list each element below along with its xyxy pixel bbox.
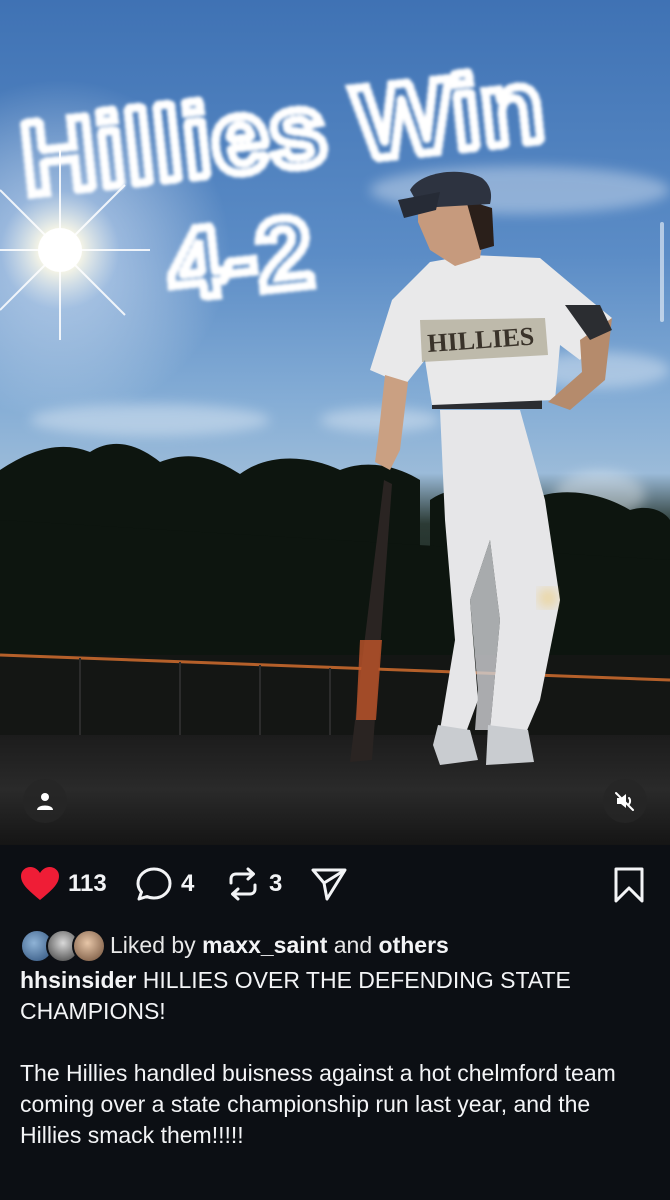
- liked-by-row[interactable]: Liked by maxx_saint and others: [20, 925, 449, 965]
- outfield-fence: [0, 653, 670, 735]
- share-button[interactable]: [310, 866, 348, 902]
- liked-by-username[interactable]: maxx_saint: [202, 932, 327, 959]
- like-button[interactable]: 113: [20, 866, 107, 902]
- liked-by-prefix: Liked by: [110, 931, 196, 958]
- tagged-users-button[interactable]: [23, 779, 67, 823]
- caption-headline-row: hhsinsider HILLIES OVER THE DEFENDING ST…: [20, 965, 655, 1027]
- liked-by-others[interactable]: others: [379, 932, 449, 959]
- comment-bubble-icon: [136, 867, 172, 901]
- speaker-muted-icon: [615, 792, 634, 811]
- comment-button[interactable]: 4: [135, 866, 194, 902]
- liker-avatars: [20, 927, 106, 963]
- post-photo: Hillies Win 4-2 HILLIES: [0, 43, 670, 845]
- send-icon: [311, 868, 347, 901]
- heart-filled-icon: [21, 867, 59, 900]
- turf: [0, 735, 670, 845]
- skywriting-line-2: 4-2: [163, 195, 318, 321]
- repost-button[interactable]: 3: [225, 866, 282, 902]
- repost-count: 3: [269, 870, 283, 897]
- save-button[interactable]: [612, 866, 646, 904]
- bookmark-icon: [614, 867, 644, 903]
- caption-username[interactable]: hhsinsider: [20, 967, 136, 993]
- scroll-indicator: [660, 222, 664, 322]
- avatar: [72, 929, 106, 963]
- post-action-bar: 113 4 3: [0, 860, 670, 912]
- caption-body: The Hillies handled buisness against a h…: [20, 1060, 616, 1148]
- mute-toggle-button[interactable]: [603, 779, 647, 823]
- like-count: 113: [68, 870, 107, 897]
- liked-by-conjunction: and: [333, 931, 373, 958]
- post-media[interactable]: Hillies Win 4-2 HILLIES: [0, 0, 670, 845]
- repost-icon: [229, 867, 257, 901]
- person-icon: [37, 793, 53, 810]
- comment-count: 4: [181, 870, 195, 897]
- post-caption: hhsinsider HILLIES OVER THE DEFENDING ST…: [20, 965, 655, 1151]
